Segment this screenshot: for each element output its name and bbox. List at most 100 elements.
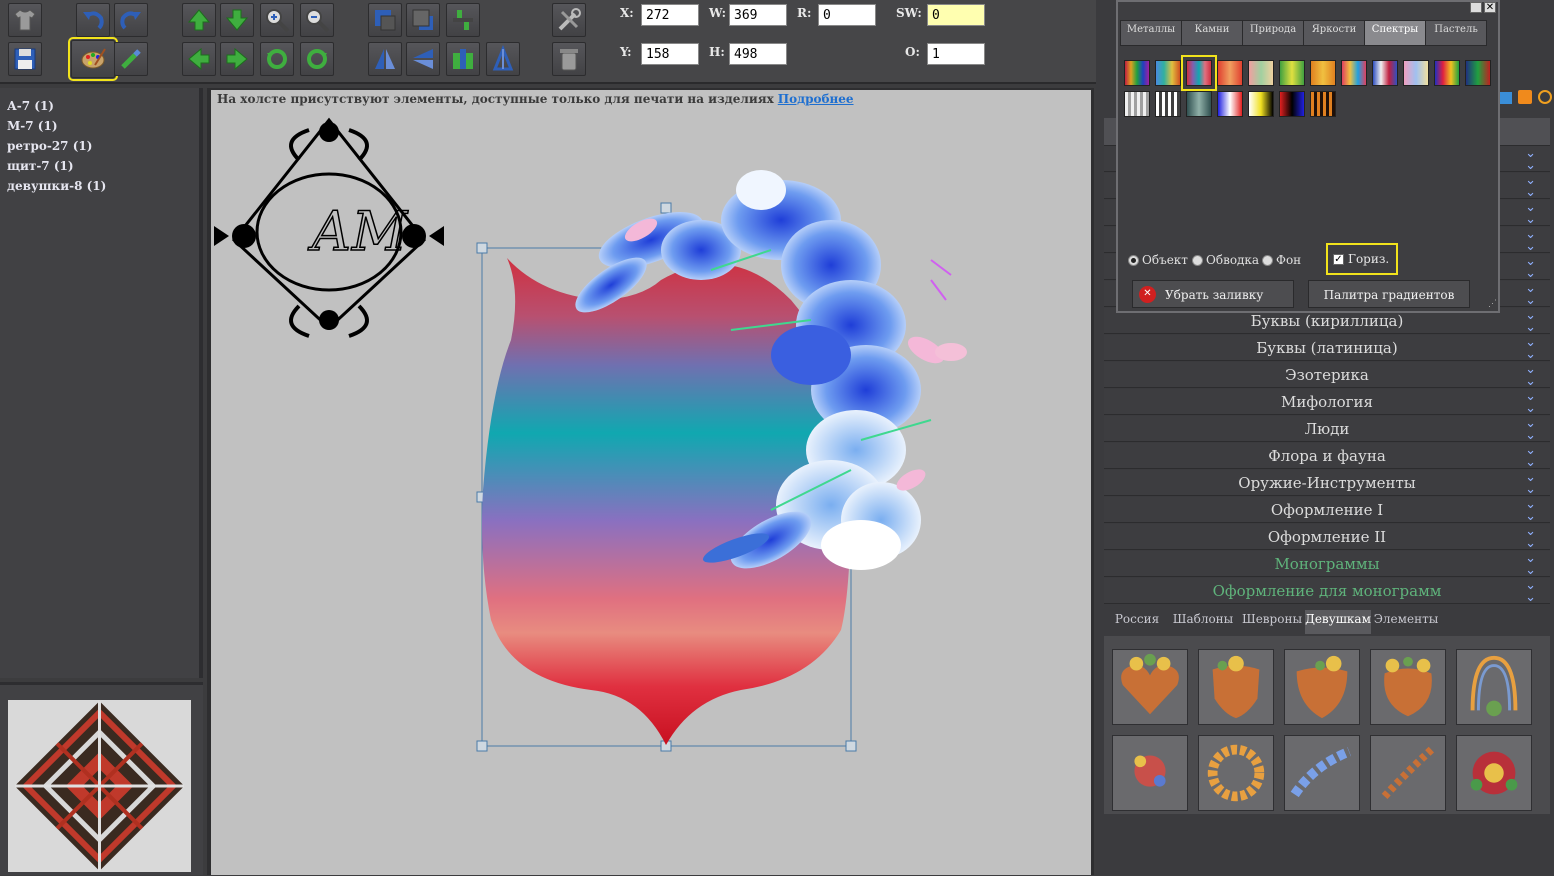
gradient-swatch[interactable] (1155, 91, 1181, 117)
category-flora-fauna[interactable]: Флора и фауна ⌄ ⌄ (1104, 443, 1550, 469)
gradient-swatch[interactable] (1248, 91, 1274, 117)
design-canvas[interactable]: На холсте присутствуют элементы, доступн… (211, 90, 1091, 875)
distribute-icon[interactable] (446, 42, 480, 76)
gradient-swatch[interactable] (1217, 60, 1243, 86)
gradient-swatch[interactable] (1217, 91, 1243, 117)
gradient-swatch[interactable] (1310, 91, 1336, 117)
h-input[interactable] (729, 43, 787, 65)
gradient-swatch[interactable] (1124, 91, 1150, 117)
tab-elements[interactable]: Элементы (1373, 610, 1439, 634)
zoom-out-icon[interactable] (300, 3, 334, 37)
gradient-swatch[interactable] (1310, 60, 1336, 86)
move-down-icon[interactable] (220, 3, 254, 37)
category-mythology[interactable]: Мифология ⌄ ⌄ (1104, 389, 1550, 415)
layer-item[interactable]: девушки-8 (1) (0, 176, 199, 196)
zoom-in-icon[interactable] (260, 3, 294, 37)
clipart-wreath-arch[interactable] (1456, 649, 1532, 725)
gradient-swatch[interactable] (1372, 60, 1398, 86)
tab-chevrons[interactable]: Шевроны (1242, 610, 1302, 634)
move-left-icon[interactable] (182, 42, 216, 76)
category-monogram-decoration[interactable]: Оформление для монограмм ⌄ ⌄ (1104, 578, 1550, 604)
social-icon-1[interactable] (1500, 92, 1512, 104)
category-people[interactable]: Люди ⌄ ⌄ (1104, 416, 1550, 442)
gradient-swatch[interactable] (1403, 60, 1429, 86)
rotate-right-icon[interactable] (300, 42, 334, 76)
gradient-swatch[interactable] (1248, 60, 1274, 86)
align-icon[interactable] (446, 3, 480, 37)
r-input[interactable] (818, 4, 876, 26)
tshirt-icon[interactable] (8, 3, 42, 37)
clipart-shield-flowers-2[interactable] (1284, 649, 1360, 725)
radio-object[interactable]: Объект (1128, 253, 1188, 267)
ornament-preview-image[interactable] (8, 700, 191, 872)
tab-pastel[interactable]: Пастель (1425, 20, 1487, 46)
button-label: Убрать заливку (1165, 288, 1264, 302)
bring-front-icon[interactable] (368, 3, 402, 37)
gradient-swatch[interactable] (1465, 60, 1491, 86)
clipart-blue-flowers[interactable] (1284, 735, 1360, 811)
tab-spectra[interactable]: Спектры (1364, 20, 1426, 46)
layer-item[interactable]: щит-7 (1) (0, 156, 199, 176)
tab-brightness[interactable]: Яркости (1303, 20, 1365, 46)
clipart-shield-flowers[interactable] (1198, 649, 1274, 725)
tab-stones[interactable]: Камни (1181, 20, 1243, 46)
tools-icon[interactable] (552, 3, 586, 37)
w-input[interactable] (729, 4, 787, 26)
tab-metals[interactable]: Металлы (1120, 20, 1182, 46)
clipart-autumn-branch[interactable] (1370, 735, 1446, 811)
gradient-swatch[interactable] (1341, 60, 1367, 86)
gradient-swatch[interactable] (1186, 91, 1212, 117)
category-weapons-tools[interactable]: Оружие-Инструменты ⌄ ⌄ (1104, 470, 1550, 496)
send-back-icon[interactable] (406, 3, 440, 37)
clipart-round-shield-flowers[interactable] (1370, 649, 1446, 725)
x-input[interactable] (641, 4, 699, 26)
o-input[interactable] (927, 43, 985, 65)
move-up-icon[interactable] (182, 3, 216, 37)
horizontal-checkbox[interactable]: ✓ Гориз. (1326, 243, 1398, 275)
gradient-swatch[interactable] (1279, 91, 1305, 117)
gradient-swatch[interactable] (1124, 60, 1150, 86)
clipart-heart-flowers[interactable] (1112, 649, 1188, 725)
clipart-flower-wreath[interactable] (1198, 735, 1274, 811)
gradient-swatch-selected[interactable] (1181, 55, 1217, 91)
rotate-left-icon[interactable] (260, 42, 294, 76)
category-letters-latin[interactable]: Буквы (латиница) ⌄ ⌄ (1104, 335, 1550, 361)
redo-icon[interactable] (114, 3, 148, 37)
category-decoration-2[interactable]: Оформление II ⌄ ⌄ (1104, 524, 1550, 550)
tab-for-girls[interactable]: Девушкам (1305, 610, 1371, 634)
social-icon-3[interactable] (1538, 90, 1552, 104)
gradient-swatch[interactable] (1279, 60, 1305, 86)
flip-horizontal-icon[interactable] (368, 42, 402, 76)
clipart-floral-bouquet-red[interactable] (1112, 735, 1188, 811)
tab-russia[interactable]: Россия (1112, 610, 1162, 634)
clipart-red-flower-bouquet[interactable] (1456, 735, 1532, 811)
y-input[interactable] (641, 43, 699, 65)
gradient-swatch[interactable] (1155, 60, 1181, 86)
palette-icon[interactable] (68, 37, 118, 81)
remove-fill-button[interactable]: ✕ Убрать заливку (1132, 280, 1294, 308)
tab-nature[interactable]: Природа (1242, 20, 1304, 46)
minimize-icon[interactable] (1470, 2, 1482, 13)
undo-icon[interactable] (76, 3, 110, 37)
layer-item[interactable]: ретро-27 (1) (0, 136, 199, 156)
resize-handle-icon[interactable]: ⋰ (1488, 300, 1498, 310)
radio-background[interactable]: Фон (1262, 253, 1301, 267)
radio-stroke[interactable]: Обводка (1192, 253, 1259, 267)
mirror-icon[interactable] (486, 42, 520, 76)
category-decoration-1[interactable]: Оформление I ⌄ ⌄ (1104, 497, 1550, 523)
gradient-swatch[interactable] (1434, 60, 1460, 86)
move-right-icon[interactable] (220, 42, 254, 76)
layer-item[interactable]: М-7 (1) (0, 116, 199, 136)
layer-item[interactable]: А-7 (1) (0, 96, 199, 116)
category-esoterics[interactable]: Эзотерика ⌄ ⌄ (1104, 362, 1550, 388)
save-icon[interactable] (8, 42, 42, 76)
social-icon-2[interactable] (1518, 90, 1532, 104)
gradient-palette-button[interactable]: Палитра градиентов (1308, 280, 1470, 308)
category-monograms[interactable]: Монограммы ⌄ ⌄ (1104, 551, 1550, 577)
sw-input[interactable] (927, 4, 985, 26)
tab-templates[interactable]: Шаблоны (1172, 610, 1234, 634)
flip-vertical-icon[interactable] (406, 42, 440, 76)
close-icon[interactable]: ✕ (1484, 2, 1496, 13)
eyedropper-icon[interactable] (114, 42, 148, 76)
trash-icon[interactable] (552, 42, 586, 76)
